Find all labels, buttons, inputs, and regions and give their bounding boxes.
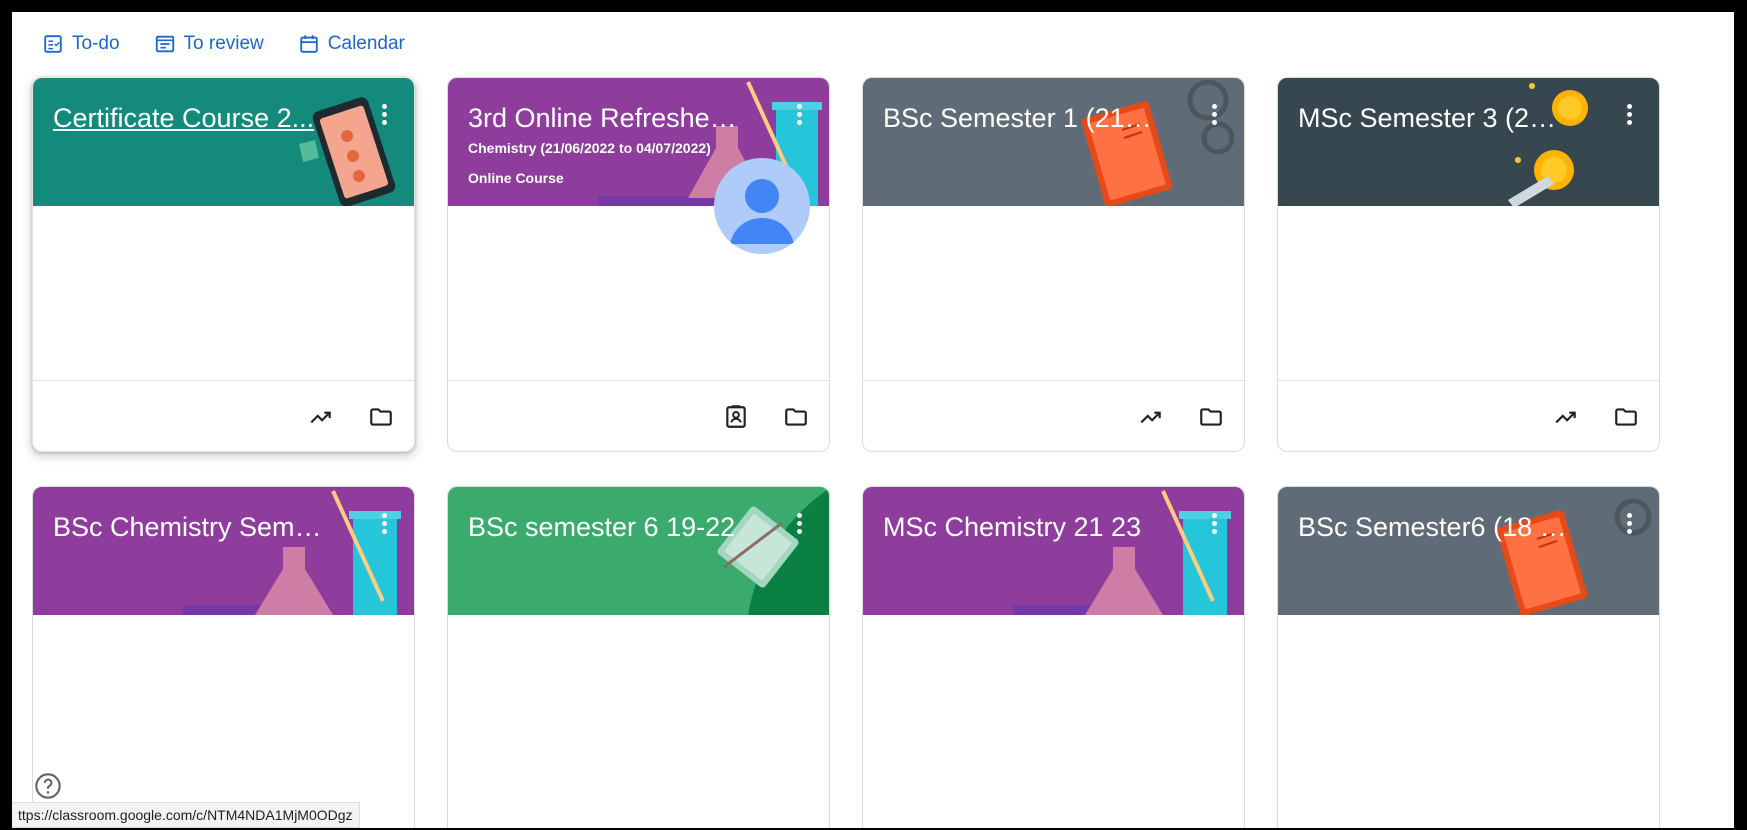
class-section: Online Course: [468, 170, 564, 186]
class-title[interactable]: 3rd Online Refresher ...: [468, 102, 738, 134]
beaker-illustration: [1013, 490, 1231, 615]
your-work-button[interactable]: [719, 400, 753, 434]
class-card[interactable]: BSc Chemistry Sem 3...: [32, 486, 415, 828]
drive-folder-button[interactable]: [779, 400, 813, 434]
person-icon: [730, 179, 794, 244]
card-footer: [304, 400, 398, 434]
class-card[interactable]: MSc Semester 3 (20-...: [1277, 77, 1660, 452]
card-divider: [1278, 380, 1659, 381]
folder-icon: [370, 408, 392, 426]
class-banner: Certificate Course 2...: [33, 78, 414, 206]
top-nav: To-do To review Calendar: [42, 22, 405, 66]
status-url: ttps://classroom.google.com/c/NTM4NDA1Mj…: [12, 802, 360, 828]
card-footer: [1134, 400, 1228, 434]
class-options-button[interactable]: [376, 102, 392, 130]
classroom-home: To-do To review Calendar Certificate Cou…: [12, 12, 1734, 828]
todo-link[interactable]: To-do: [42, 33, 120, 55]
class-banner: BSc Semester6 (18 -2...: [1278, 487, 1659, 615]
calendar-label: Calendar: [327, 33, 405, 54]
card-divider: [448, 380, 829, 381]
progress-button[interactable]: [1549, 400, 1583, 434]
beaker-illustration: [183, 490, 401, 615]
drive-folder-button[interactable]: [1609, 400, 1643, 434]
class-title[interactable]: BSc Semester6 (18 -2...: [1298, 511, 1568, 543]
notebook-illustration: [717, 488, 829, 615]
class-title[interactable]: MSc Semester 3 (20-...: [1298, 102, 1568, 134]
todo-label: To-do: [72, 33, 120, 54]
progress-button[interactable]: [1134, 400, 1168, 434]
class-options-button[interactable]: [1206, 511, 1222, 539]
book-illustration: [1496, 498, 1652, 615]
class-card[interactable]: BSc semester 6 19-22: [447, 486, 830, 828]
class-options-button[interactable]: [791, 102, 807, 130]
class-title[interactable]: BSc Chemistry Sem 3...: [53, 511, 323, 543]
class-card[interactable]: BSc Semester 1 (21-24): [862, 77, 1245, 452]
review-icon: [155, 35, 174, 53]
class-banner: BSc Semester 1 (21-24): [863, 78, 1244, 206]
portrait-icon: [726, 405, 746, 428]
drive-folder-button[interactable]: [364, 400, 398, 434]
folder-icon: [1615, 408, 1637, 426]
progress-button[interactable]: [304, 400, 338, 434]
folder-icon: [785, 408, 807, 426]
class-banner: BSc semester 6 19-22: [448, 487, 829, 615]
class-options-button[interactable]: [1621, 102, 1637, 130]
trending-icon: [1555, 411, 1576, 424]
class-title[interactable]: BSc Semester 1 (21-24): [883, 102, 1153, 134]
class-options-button[interactable]: [1206, 102, 1222, 130]
help-icon[interactable]: [34, 772, 62, 800]
calendar-icon: [300, 35, 318, 53]
class-card[interactable]: Certificate Course 2...: [32, 77, 415, 452]
class-options-button[interactable]: [791, 511, 807, 539]
class-options-button[interactable]: [1621, 511, 1637, 539]
todo-icon: [44, 35, 62, 53]
class-options-button[interactable]: [376, 511, 392, 539]
drive-folder-button[interactable]: [1194, 400, 1228, 434]
book-illustration: [1081, 79, 1235, 206]
card-footer: [1549, 400, 1643, 434]
class-card[interactable]: BSc Semester6 (18 -2...: [1277, 486, 1660, 828]
card-divider: [33, 380, 414, 381]
class-title[interactable]: BSc semester 6 19-22: [468, 511, 738, 543]
teacher-avatar[interactable]: [714, 158, 810, 254]
trending-icon: [310, 411, 331, 424]
card-footer: [719, 400, 813, 434]
class-banner: MSc Chemistry 21 23: [863, 487, 1244, 615]
review-label: To review: [183, 33, 264, 54]
folder-icon: [1200, 408, 1222, 426]
class-title[interactable]: Certificate Course 2...: [53, 102, 323, 134]
class-banner: MSc Semester 3 (20-...: [1278, 78, 1659, 206]
class-banner: BSc Chemistry Sem 3...: [33, 487, 414, 615]
class-subtitle: Chemistry (21/06/2022 to 04/07/2022): [468, 140, 711, 156]
calendar-link[interactable]: Calendar: [298, 33, 405, 55]
card-divider: [863, 380, 1244, 381]
class-card[interactable]: MSc Chemistry 21 23: [862, 486, 1245, 828]
class-title[interactable]: MSc Chemistry 21 23: [883, 511, 1153, 543]
trending-icon: [1140, 411, 1161, 424]
coins-illustration: [1508, 83, 1588, 206]
review-link[interactable]: To review: [154, 33, 264, 55]
class-card[interactable]: 3rd Online Refresher ... Chemistry (21/0…: [447, 77, 830, 452]
